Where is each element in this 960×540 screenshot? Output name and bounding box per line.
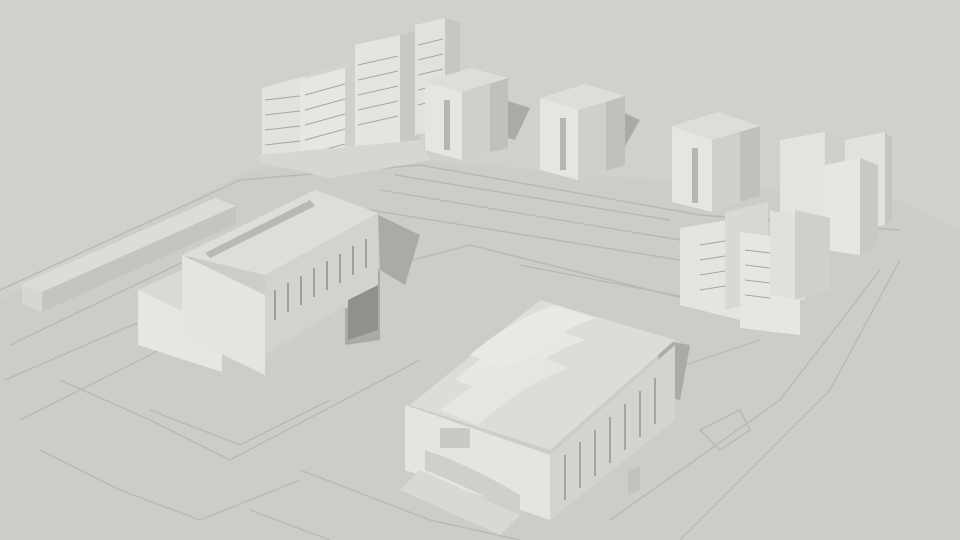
signage-pylon	[628, 466, 640, 494]
window-strip	[444, 100, 450, 150]
block-front	[425, 82, 462, 160]
block-side-shade	[490, 78, 508, 152]
entrance-panel	[440, 428, 470, 448]
tower-face	[795, 210, 830, 300]
tower-face	[885, 132, 892, 225]
tower-face	[780, 132, 825, 220]
midrise-block-2	[540, 84, 625, 180]
tower-face	[355, 35, 400, 155]
window-strip	[560, 118, 566, 170]
block-side-shade	[740, 126, 760, 202]
window-strip	[692, 148, 698, 203]
midrise-block-3	[672, 112, 760, 212]
midrise-block-1	[425, 68, 508, 160]
block-side-shade	[606, 96, 625, 171]
tower-face	[825, 158, 860, 255]
architectural-massing-render	[0, 0, 960, 540]
tower-face	[860, 158, 878, 255]
block-front	[540, 98, 578, 180]
